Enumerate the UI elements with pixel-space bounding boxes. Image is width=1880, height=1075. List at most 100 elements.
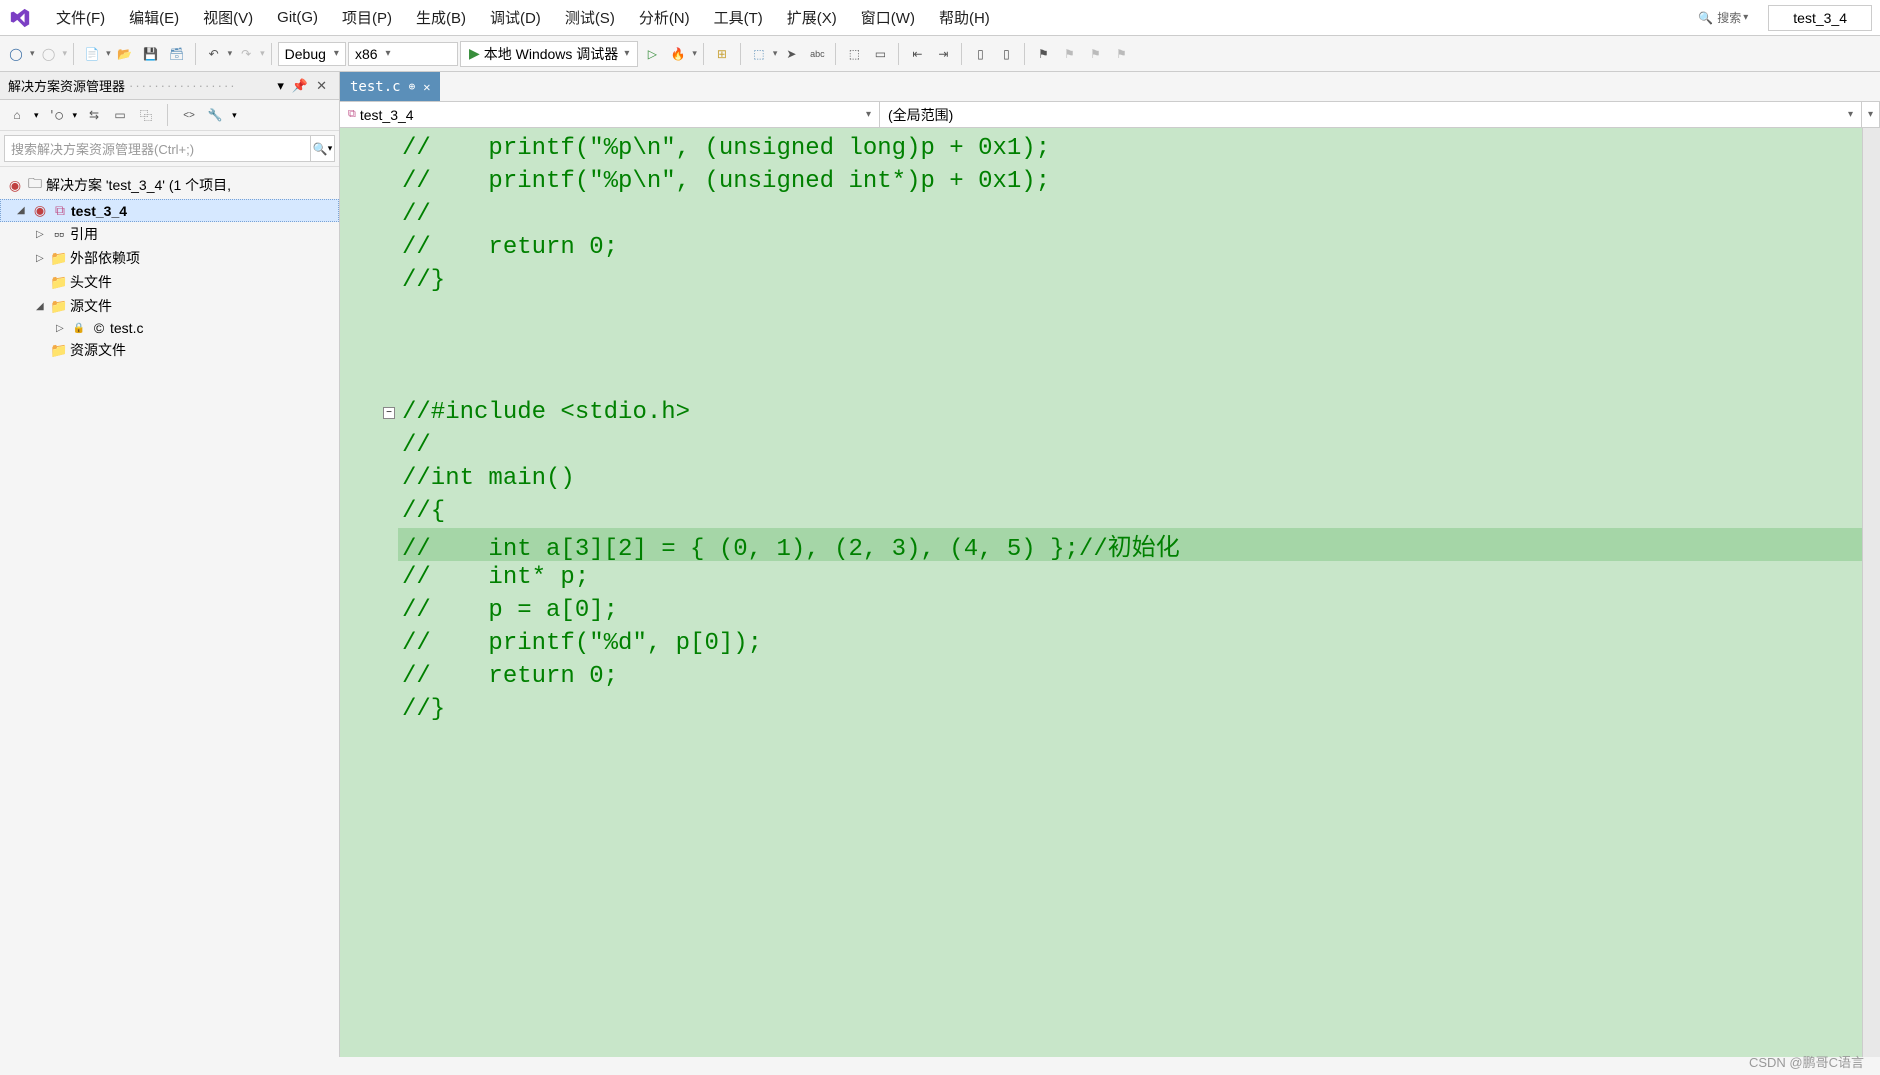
watermark: CSDN @鹏哥C语言 <box>1749 1052 1864 1071</box>
view-button[interactable]: ▭ <box>111 106 129 124</box>
collapse-icon[interactable]: ◢ <box>36 301 50 312</box>
nav-bar: ⧉ test_3_4 ▾ (全局范围) ▾ ▾ <box>340 102 1880 128</box>
project-icon: ⧉ <box>348 108 356 121</box>
panel-menu-icon[interactable]: ▾ <box>273 78 288 94</box>
fold-toggle[interactable]: − <box>383 407 395 419</box>
pin-icon[interactable]: ⊕ <box>409 80 416 93</box>
external-deps-node[interactable]: ▷ 📁 外部依赖项 <box>0 246 339 270</box>
menubar: 文件(F) 编辑(E) 视图(V) Git(G) 项目(P) 生成(B) 调试(… <box>0 0 1880 36</box>
menu-analyze[interactable]: 分析(N) <box>627 1 702 34</box>
toolbar: ◯ ▾ ◯ ▾ 📄 ▾ 📂 💾 🗃 ↶ ▾ ↷ ▾ Debug▾ x86▾ ▶ … <box>0 36 1880 72</box>
project-scope-dropdown[interactable]: ⧉ test_3_4 ▾ <box>340 102 880 127</box>
references-icon: ▫▫ <box>50 226 68 242</box>
menu-view[interactable]: 视图(V) <box>191 1 265 34</box>
project-icon: ◉ <box>31 202 49 219</box>
comment-button[interactable]: ▯ <box>968 42 992 66</box>
nav-back-button[interactable]: ◯ <box>4 42 28 66</box>
lock-icon: 🔒 <box>70 323 88 334</box>
fold-gutter: − <box>380 128 398 1057</box>
tool-btn-2[interactable]: ⬚ <box>747 42 771 66</box>
expand-icon[interactable]: ▷ <box>36 253 50 264</box>
folder-icon: 📁 <box>50 250 68 267</box>
menu-project[interactable]: 项目(P) <box>330 1 404 34</box>
run-without-debug-button[interactable]: ▷ <box>640 42 664 66</box>
home-button[interactable]: ⌂ <box>8 106 26 124</box>
bookmark-clear[interactable]: ⚑ <box>1109 42 1133 66</box>
indent-button[interactable]: ⇥ <box>931 42 955 66</box>
bookmark-button[interactable]: ⚑ <box>1031 42 1055 66</box>
bookmark-next[interactable]: ⚑ <box>1083 42 1107 66</box>
uncomment-button[interactable]: ▯ <box>994 42 1018 66</box>
expand-icon[interactable]: ▷ <box>56 323 70 334</box>
menu-help[interactable]: 帮助(H) <box>927 1 1002 34</box>
resources-node[interactable]: 📁 资源文件 <box>0 338 339 362</box>
panel-toolbar: ⌂ ▾ '◯ ▾ ⇆ ▭ ⿻ <> 🔧 ▾ <box>0 100 339 131</box>
menu-window[interactable]: 窗口(W) <box>849 1 927 34</box>
search-go-button[interactable]: 🔍▾ <box>311 135 335 162</box>
member-dropdown[interactable]: ▾ <box>1862 102 1880 127</box>
wrench-icon[interactable]: 🔧 <box>206 106 224 124</box>
solution-icon: ◉ <box>6 177 24 194</box>
source-file-node[interactable]: ▷ 🔒 © test.c <box>0 318 339 338</box>
tool-btn-1[interactable]: ⊞ <box>710 42 734 66</box>
play-icon: ▶ <box>469 45 480 62</box>
chevron-down-icon: ▾ <box>334 48 339 59</box>
solution-explorer-panel: 解决方案资源管理器 ················· ▾ 📌 ✕ ⌂ ▾ '◯… <box>0 72 340 1057</box>
window-title: test_3_4 <box>1768 5 1872 31</box>
sync-button[interactable]: '◯ <box>47 106 65 124</box>
menu-git[interactable]: Git(G) <box>265 3 330 32</box>
code-editor[interactable]: − // printf("%p\n", (unsigned long)p + 0… <box>340 128 1880 1057</box>
hot-reload-button[interactable]: 🔥 <box>666 42 690 66</box>
collapse-icon[interactable]: ◢ <box>17 205 31 216</box>
menu-build[interactable]: 生成(B) <box>404 1 478 34</box>
file-tab[interactable]: test.c ⊕ ✕ <box>340 72 440 101</box>
menu-edit[interactable]: 编辑(E) <box>117 1 191 34</box>
platform-dropdown[interactable]: x86▾ <box>348 42 458 66</box>
project-node[interactable]: ◢ ◉ ⧉ test_3_4 <box>0 199 339 222</box>
copy-button[interactable]: ⿻ <box>137 106 155 124</box>
save-all-button[interactable]: 🗃 <box>165 42 189 66</box>
config-dropdown[interactable]: Debug▾ <box>278 42 346 66</box>
undo-button[interactable]: ↶ <box>202 42 226 66</box>
code-button[interactable]: <> <box>180 106 198 124</box>
run-debugger-button[interactable]: ▶ 本地 Windows 调试器 ▾ <box>460 41 638 67</box>
new-file-button[interactable]: 📄 <box>80 42 104 66</box>
code-content[interactable]: // printf("%p\n", (unsigned long)p + 0x1… <box>398 128 1862 1057</box>
tool-btn-5[interactable]: ▭ <box>868 42 892 66</box>
chevron-down-icon: ▾ <box>1868 109 1873 120</box>
swap-button[interactable]: ⇆ <box>85 106 103 124</box>
tool-btn-abc[interactable]: abc <box>805 42 829 66</box>
menu-test[interactable]: 测试(S) <box>553 1 627 34</box>
menu-extensions[interactable]: 扩展(X) <box>775 1 849 34</box>
vertical-scrollbar[interactable] <box>1862 128 1880 1057</box>
save-button[interactable]: 💾 <box>139 42 163 66</box>
search-icon: 🔍 <box>1698 11 1713 25</box>
panel-title: 解决方案资源管理器 <box>8 76 125 95</box>
headers-node[interactable]: 📁 头文件 <box>0 270 339 294</box>
nav-forward-button[interactable]: ◯ <box>37 42 61 66</box>
cpp-icon: ⧉ <box>51 202 69 219</box>
c-file-icon: © <box>90 320 108 336</box>
bookmark-prev[interactable]: ⚑ <box>1057 42 1081 66</box>
close-icon[interactable]: ✕ <box>312 78 331 94</box>
solution-node[interactable]: ◉ 🗀 解决方案 'test_3_4' (1 个项目, <box>0 171 339 199</box>
search-input[interactable]: 搜索解决方案资源管理器(Ctrl+;) <box>4 135 311 162</box>
folder-icon: 🗀 <box>26 173 44 197</box>
open-button[interactable]: 📂 <box>113 42 137 66</box>
scope-dropdown[interactable]: (全局范围) ▾ <box>880 102 1862 127</box>
menu-file[interactable]: 文件(F) <box>44 1 117 34</box>
outdent-button[interactable]: ⇤ <box>905 42 929 66</box>
menu-debug[interactable]: 调试(D) <box>478 1 553 34</box>
menu-tools[interactable]: 工具(T) <box>702 1 775 34</box>
folder-icon: 📁 <box>50 274 68 291</box>
close-tab-icon[interactable]: ✕ <box>423 80 430 94</box>
solution-tree: ◉ 🗀 解决方案 'test_3_4' (1 个项目, ◢ ◉ ⧉ test_3… <box>0 167 339 366</box>
pin-icon[interactable]: 📌 <box>288 78 312 94</box>
redo-button[interactable]: ↷ <box>234 42 258 66</box>
references-node[interactable]: ▷ ▫▫ 引用 <box>0 222 339 246</box>
sources-node[interactable]: ◢ 📁 源文件 <box>0 294 339 318</box>
tool-btn-4[interactable]: ⬚ <box>842 42 866 66</box>
expand-icon[interactable]: ▷ <box>36 229 50 240</box>
tool-btn-3[interactable]: ➤ <box>779 42 803 66</box>
menu-search[interactable]: 🔍 搜索 ▾ <box>1686 9 1760 26</box>
